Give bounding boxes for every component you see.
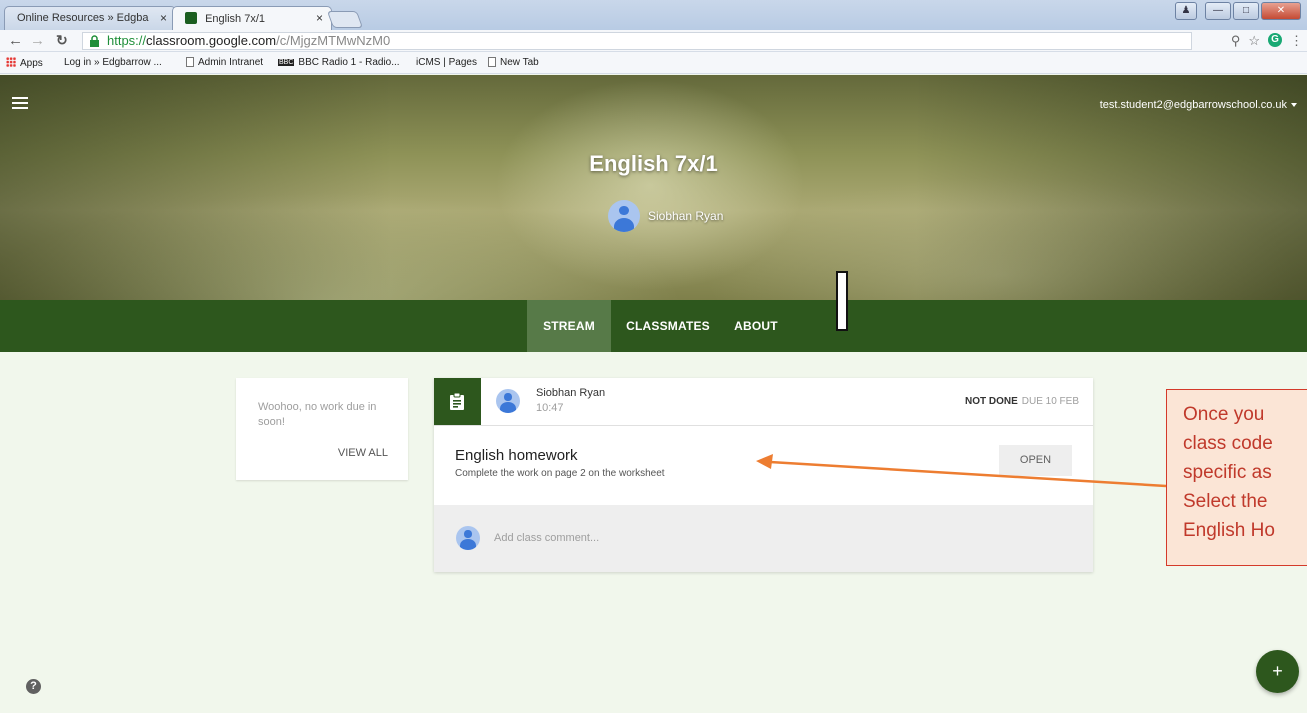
callout-line: Select the — [1183, 491, 1268, 512]
callout-line: Once you — [1183, 404, 1265, 425]
callout-line: specific as — [1183, 462, 1272, 483]
annotation-callout: Once you class code specific as Select t… — [1166, 389, 1307, 566]
callout-line: class code — [1183, 433, 1273, 454]
annotation-arrow — [756, 454, 1167, 488]
callout-line: English Ho — [1183, 520, 1275, 541]
help-icon[interactable]: ? — [26, 679, 41, 694]
add-button[interactable]: + — [1256, 650, 1299, 693]
